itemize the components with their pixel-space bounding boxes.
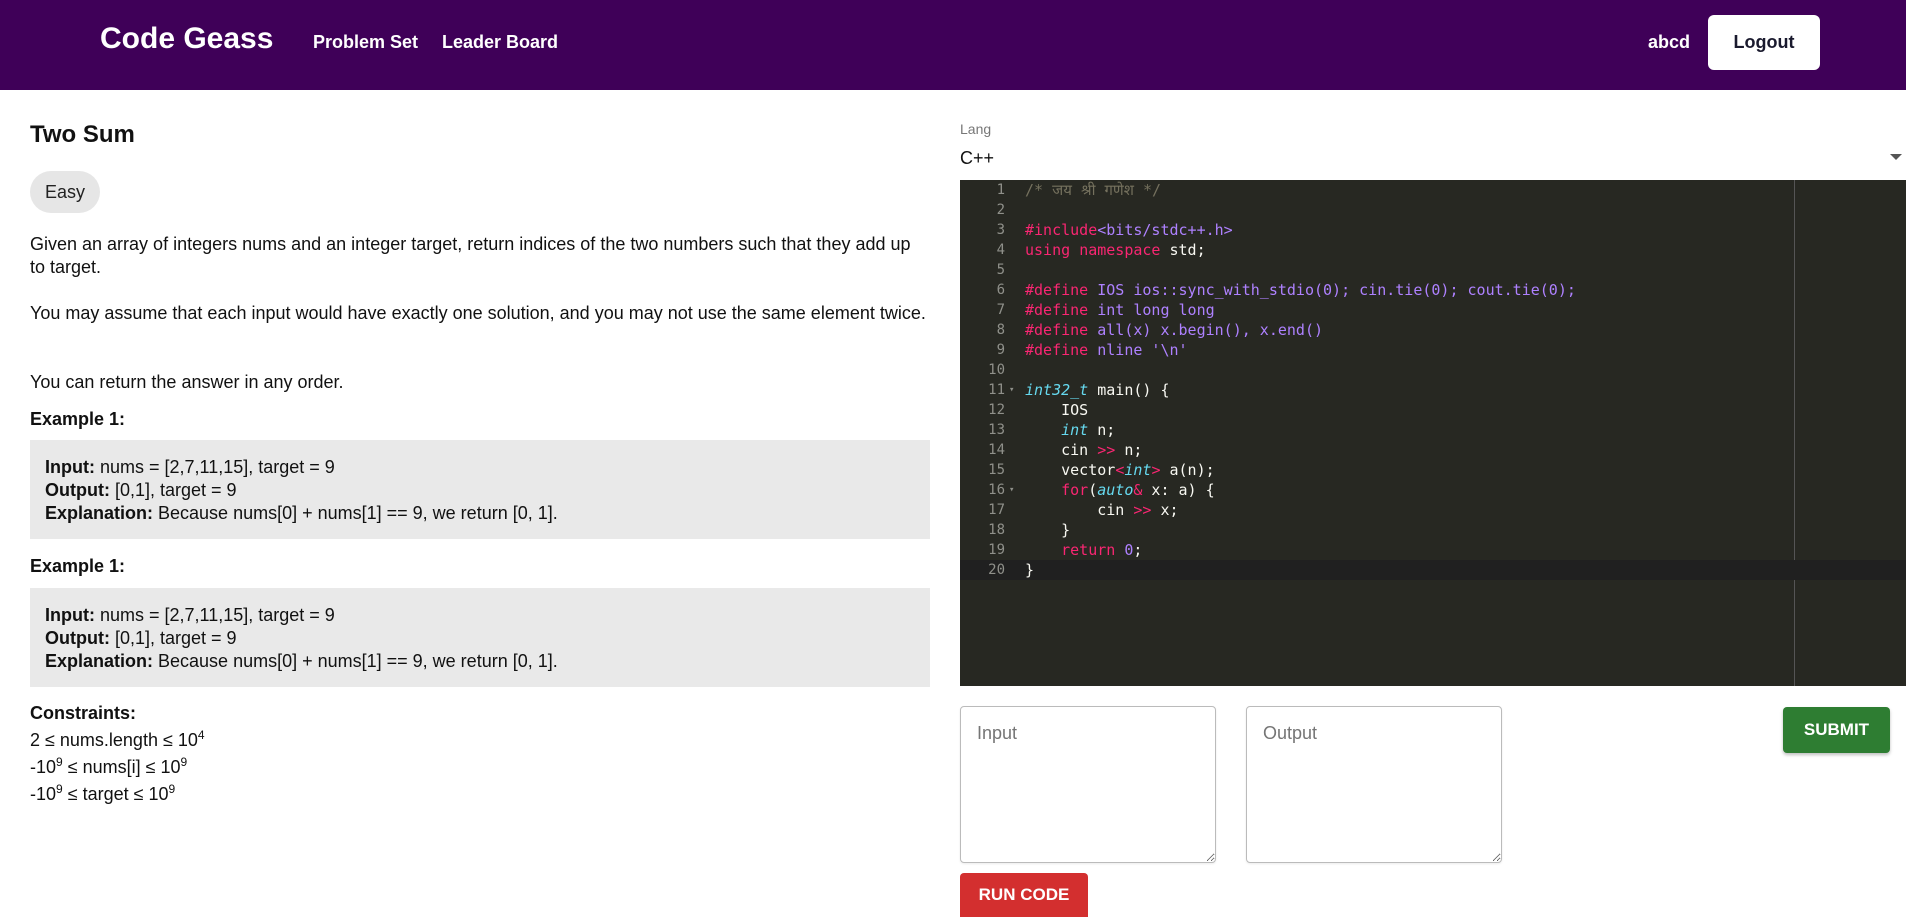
submit-button[interactable]: SUBMIT [1783,707,1890,753]
navbar: Code Geass Problem Set Leader Board abcd… [0,0,1906,90]
code-line: 8 #define all(x) x.begin(), x.end() [996,321,1324,339]
problem-order-note: You can return the answer in any order. [30,372,344,392]
fold-arrow-icon: ▾ [1009,485,1015,495]
code-line: 14 cin >> n; [988,441,1143,459]
nav-link-leader-board[interactable]: Leader Board [442,32,558,53]
constraint-item: -109 ≤ nums[i] ≤ 109 [30,755,188,777]
code-line: 12 IOS [988,401,1089,419]
code-line: 7 #define int long long [996,301,1215,319]
problem-assumption: You may assume that each input would hav… [30,303,926,323]
username: abcd [1648,32,1691,52]
language-value: C++ [960,148,995,168]
constraint-item: -109 ≤ target ≤ 109 [30,782,176,804]
input-label: Input: [45,605,95,625]
nav-link-problem-set[interactable]: Problem Set [313,32,418,53]
run-code-button[interactable]: RUN CODE [960,873,1088,917]
dropdown-arrow-icon [1890,154,1902,160]
output-label: Output: [45,480,110,500]
example-title: Example 1: [30,409,126,429]
code-line: 9 #define nline '\n' [996,341,1188,359]
code-line: 6 #define IOS ios::sync_with_stdio(0); ci… [996,281,1576,299]
brand-logo[interactable]: Code Geass [100,22,273,56]
problem-description: Given an array of integers nums and an i… [30,234,911,277]
fold-arrow-icon: ▾ [1009,385,1015,395]
example-input: nums = [2,7,11,15], target = 9 [94,457,335,477]
output-label: Output: [45,628,110,648]
code-editor[interactable]: 1/* जय श्री गणेश */ 2 3 #include<bits/std… [960,180,1906,686]
example-box: Input: nums = [2,7,11,15], target = 9 Ou… [30,440,930,539]
example-explanation: Because nums[0] + nums[1] == 9, we retur… [153,651,558,671]
code-line: 10 [988,362,1005,378]
example-output: [0,1], target = 9 [109,480,237,500]
lang-label: Lang [960,121,992,137]
code-line: 4 using namespace std; [996,241,1206,259]
code-line: 1/* जय श्री गणेश */ [996,181,1162,199]
language-select[interactable]: C++ [960,148,1906,174]
example-input: nums = [2,7,11,15], target = 9 [94,605,335,625]
code-line: 3 #include<bits/stdc++.h> [996,221,1233,239]
code-line: 2 [996,202,1005,218]
explanation-label: Explanation: [45,651,154,671]
example-box: Input: nums = [2,7,11,15], target = 9 Ou… [30,588,930,687]
input-label: Input: [45,457,95,477]
difficulty-badge: Easy [30,171,101,213]
example-explanation: Because nums[0] + nums[1] == 9, we retur… [153,503,558,523]
code-line: 13 int n; [988,421,1116,439]
explanation-label: Explanation: [45,503,154,523]
input-textarea[interactable] [960,706,1216,863]
output-textarea[interactable] [1246,706,1502,863]
logout-button[interactable]: Logout [1708,15,1820,70]
code-line: 16 ▾ for(auto& x: a) { [988,481,1215,499]
constraint-item: 2 ≤ nums.length ≤ 104 [30,728,205,750]
example-output: [0,1], target = 9 [109,628,237,648]
example-title: Example 1: [30,556,126,576]
constraints-title: Constraints: [30,703,137,723]
code-line: 18 } [988,521,1071,539]
code-line: 15 vector<int> a(n); [988,461,1215,479]
code-line: 11 ▾ int32_t main() { [988,381,1170,399]
code-line: 19 return 0; [988,541,1143,559]
problem-title: Two Sum [30,121,135,148]
code-line-active: 20} [960,560,1906,580]
code-line: 17 cin >> x; [988,501,1179,519]
code-line: 5 [996,262,1005,278]
